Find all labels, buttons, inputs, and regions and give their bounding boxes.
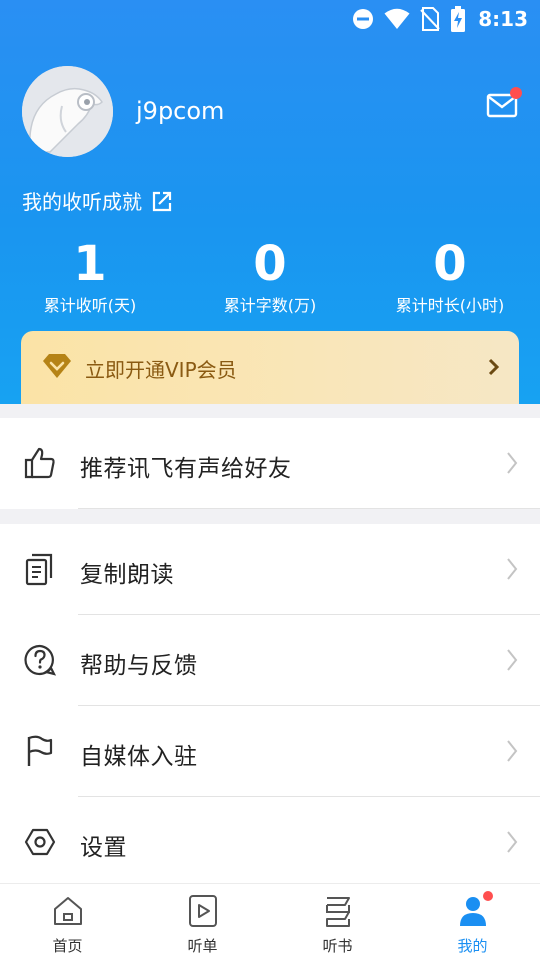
username[interactable]: j9pcom <box>136 97 224 125</box>
thumbs-up-icon <box>24 447 55 479</box>
stats-row: 1 累计收听(天) 0 累计字数(万) 0 累计时长(小时) <box>0 235 540 325</box>
stat-label: 累计时长(小时) <box>395 296 505 315</box>
status-bar: 8:13 <box>0 0 540 38</box>
chevron-right-icon <box>488 358 500 376</box>
menu-label: 推荐讯飞有声给好友 <box>80 456 292 482</box>
wifi-icon <box>384 8 410 29</box>
mail-badge <box>510 87 522 99</box>
recommend-card: 推荐讯飞有声给好友 <box>0 418 540 509</box>
menu-label: 自媒体入驻 <box>80 744 198 770</box>
chevron-right-icon <box>507 558 518 580</box>
chevron-right-icon <box>507 740 518 762</box>
play-square-icon <box>188 895 217 927</box>
menu-card: 复制朗读 帮助与反馈 自媒体入驻 设置 <box>0 524 540 888</box>
settings-hexagon-icon <box>24 828 56 856</box>
home-icon <box>53 897 82 925</box>
stat-listen-hours: 0 累计时长(小时) <box>360 235 540 317</box>
achievement-link[interactable]: 我的收听成就 <box>22 186 174 215</box>
share-icon <box>152 191 172 211</box>
menu-item-settings[interactable]: 设置 <box>0 797 540 888</box>
stat-label: 累计收听(天) <box>43 296 137 315</box>
avatar[interactable] <box>22 66 113 157</box>
menu-item-recommend[interactable]: 推荐讯飞有声给好友 <box>0 418 540 509</box>
document-copy-icon <box>25 553 53 586</box>
menu-label: 复制朗读 <box>80 562 174 588</box>
menu-item-help[interactable]: 帮助与反馈 <box>0 615 540 706</box>
tab-label: 听书 <box>322 937 353 955</box>
menu-item-media[interactable]: 自媒体入驻 <box>0 706 540 797</box>
bottom-tab-bar: 首页 听单 听书 我的 <box>0 883 540 960</box>
stat-value: 0 <box>253 236 287 292</box>
tab-mine[interactable]: 我的 <box>405 884 540 960</box>
menu-label: 设置 <box>80 835 127 861</box>
help-question-icon <box>24 644 56 676</box>
menu-label: 帮助与反馈 <box>80 653 198 679</box>
battery-charging-icon <box>451 6 466 32</box>
tab-label: 我的 <box>457 937 488 955</box>
tab-label: 首页 <box>52 937 83 955</box>
stat-value: 1 <box>73 236 107 292</box>
stat-label: 累计字数(万) <box>223 296 317 315</box>
dnd-icon <box>353 9 374 29</box>
penguin-avatar-icon <box>22 66 113 157</box>
menu-item-copy-read[interactable]: 复制朗读 <box>0 524 540 615</box>
tab-playlist[interactable]: 听单 <box>135 884 270 960</box>
diamond-icon <box>43 354 71 378</box>
chevron-right-icon <box>507 831 518 853</box>
vip-banner[interactable]: 立即开通VIP会员 <box>21 331 519 404</box>
chevron-right-icon <box>507 452 518 474</box>
flag-icon <box>27 735 53 766</box>
profile-header: 8:13 j9pcom 我的收听成就 1 累计收听(天) 0 累计字数(万) 0… <box>0 0 540 404</box>
tab-books[interactable]: 听书 <box>270 884 405 960</box>
no-sim-icon <box>420 7 440 31</box>
books-icon <box>325 897 350 927</box>
tab-mine-badge <box>483 891 493 901</box>
stat-listen-days: 1 累计收听(天) <box>0 235 180 317</box>
stat-value: 0 <box>433 236 467 292</box>
divider <box>78 508 540 509</box>
achievement-title: 我的收听成就 <box>22 190 142 214</box>
chevron-right-icon <box>507 649 518 671</box>
tab-home[interactable]: 首页 <box>0 884 135 960</box>
tab-label: 听单 <box>187 937 218 955</box>
status-time: 8:13 <box>478 7 528 31</box>
stat-word-count: 0 累计字数(万) <box>180 235 360 317</box>
vip-label: 立即开通VIP会员 <box>85 358 237 382</box>
